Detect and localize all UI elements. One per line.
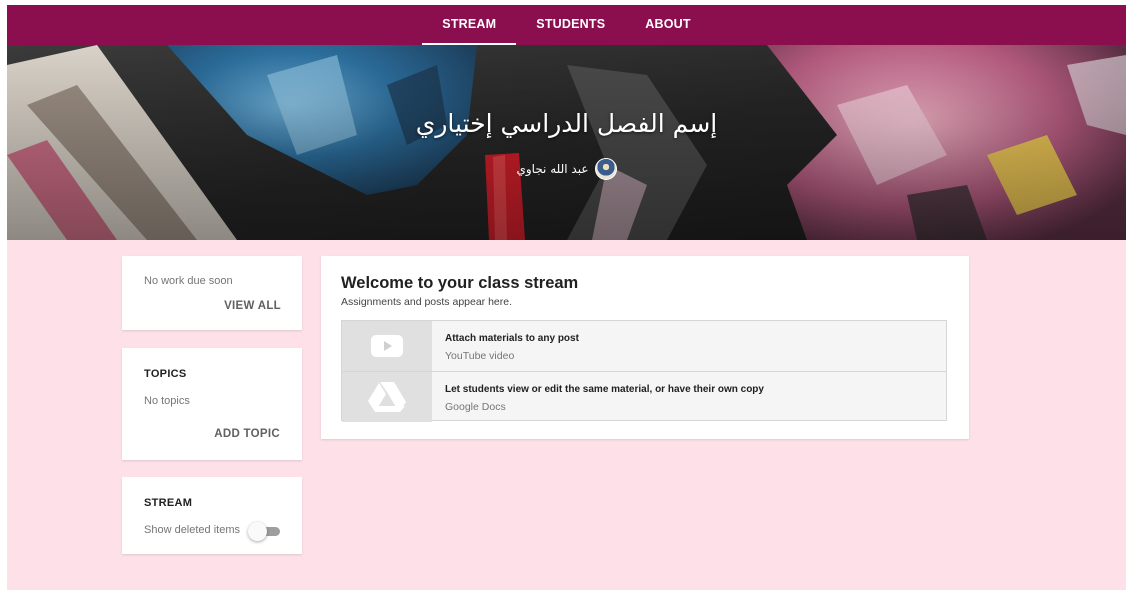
- welcome-title: Welcome to your class stream: [341, 274, 579, 292]
- stream-settings-heading: STREAM: [144, 497, 193, 509]
- tab-stream[interactable]: STREAM: [422, 5, 517, 45]
- tip-row-youtube[interactable]: Attach materials to any post YouTube vid…: [342, 321, 946, 371]
- upcoming-card: No work due soon VIEW ALL: [122, 256, 302, 330]
- tip-title: Attach materials to any post: [445, 333, 579, 344]
- tip-subtitle: YouTube video: [445, 350, 515, 362]
- toggle-knob: [248, 522, 267, 541]
- show-deleted-label: Show deleted items: [144, 524, 240, 536]
- view-all-button[interactable]: VIEW ALL: [224, 300, 281, 312]
- google-drive-icon: [368, 382, 406, 412]
- tips-panel: Attach materials to any post YouTube vid…: [341, 320, 947, 422]
- class-title: إسم الفصل الدراسي إختياري: [415, 109, 718, 138]
- tip-title: Let students view or edit the same mater…: [445, 384, 764, 395]
- teacher-name: عبد الله نجاوي: [516, 162, 589, 176]
- class-banner: إسم الفصل الدراسي إختياري عبد الله نجاوي: [7, 45, 1126, 240]
- app-frame: STREAM STUDENTS ABOUT إسم الفصل الدراسي …: [7, 5, 1126, 590]
- add-topic-button[interactable]: ADD TOPIC: [214, 428, 280, 440]
- tip-icon-cell: [342, 321, 432, 371]
- topics-card: TOPICS No topics ADD TOPIC: [122, 348, 302, 460]
- tab-students[interactable]: STUDENTS: [516, 5, 625, 45]
- tip-icon-cell: [342, 372, 432, 422]
- upcoming-empty-text: No work due soon: [144, 275, 233, 287]
- topics-empty-text: No topics: [144, 395, 190, 407]
- welcome-subtitle: Assignments and posts appear here.: [341, 296, 513, 308]
- teacher-info: عبد الله نجاوي: [7, 158, 1126, 180]
- tip-row-google-docs[interactable]: Let students view or edit the same mater…: [342, 371, 946, 422]
- show-deleted-toggle[interactable]: [248, 521, 282, 541]
- welcome-card: Welcome to your class stream Assignments…: [321, 256, 969, 439]
- teacher-avatar: [594, 158, 617, 180]
- top-nav: STREAM STUDENTS ABOUT: [7, 5, 1126, 45]
- topics-heading: TOPICS: [144, 368, 187, 380]
- tab-about[interactable]: ABOUT: [625, 5, 710, 45]
- stream-settings-card: STREAM Show deleted items: [122, 477, 302, 554]
- tip-subtitle: Google Docs: [445, 401, 506, 413]
- youtube-icon: [371, 335, 403, 357]
- banner-art-image: [7, 45, 1126, 240]
